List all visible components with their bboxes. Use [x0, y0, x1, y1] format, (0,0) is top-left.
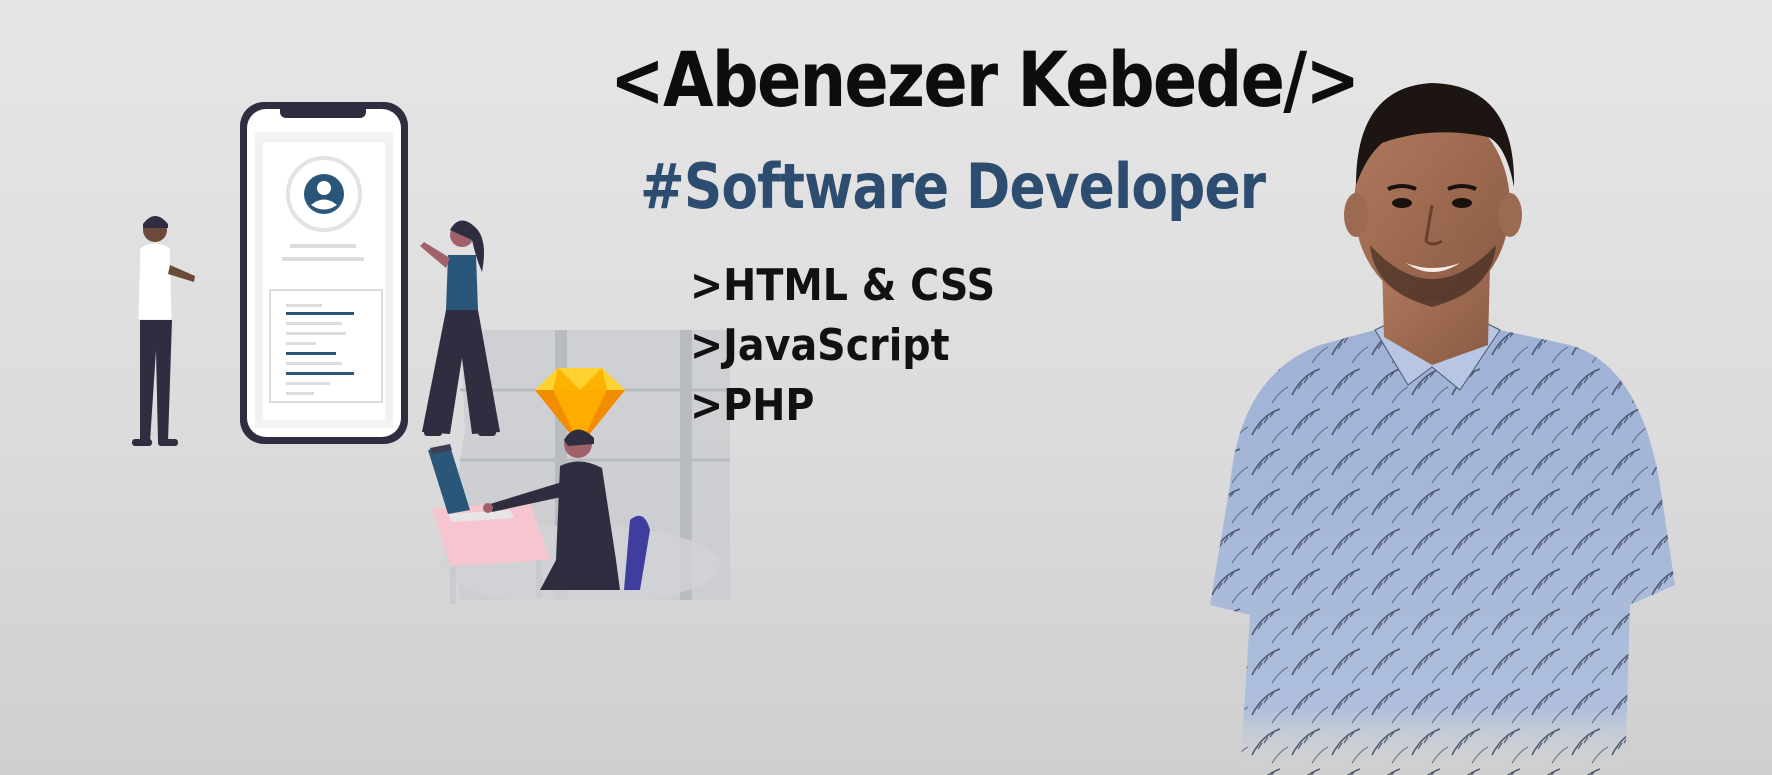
- skill-item: >HTML & CSS: [690, 260, 996, 311]
- skill-item: >PHP: [690, 380, 815, 431]
- profile-banner: <Abenezer Kebede/> #Software Developer >…: [0, 0, 1772, 775]
- skill-item: >JavaScript: [690, 320, 950, 371]
- portrait-photo: [1210, 83, 1675, 775]
- person-standing: [132, 216, 195, 446]
- person-pointing: [420, 220, 500, 436]
- phone-mockup: [240, 102, 408, 444]
- skills-list: >HTML & CSS >JavaScript >PHP: [690, 256, 1029, 436]
- user-avatar-icon: [286, 156, 362, 232]
